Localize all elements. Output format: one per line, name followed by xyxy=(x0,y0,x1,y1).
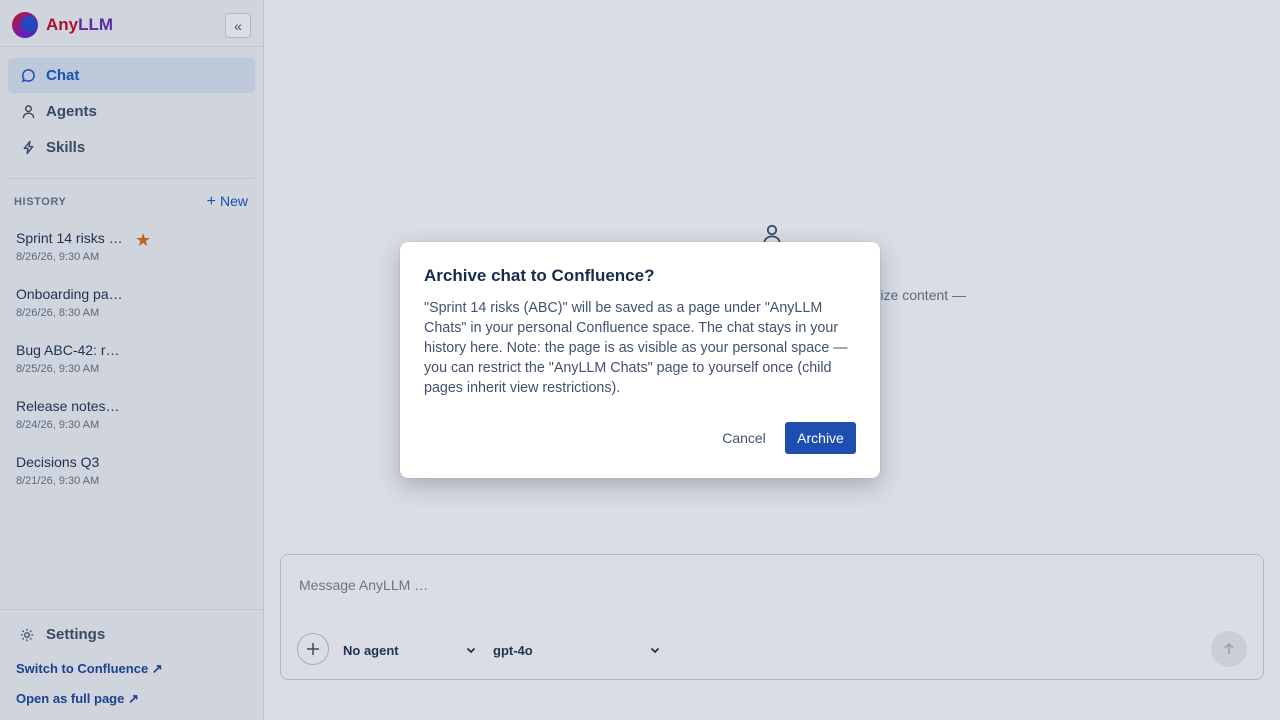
dialog-title: Archive chat to Confluence? xyxy=(424,266,655,285)
archive-button[interactable]: Archive xyxy=(785,422,856,454)
dialog-body: "Sprint 14 risks (ABC)" will be saved as… xyxy=(424,300,848,396)
cancel-button[interactable]: Cancel xyxy=(714,422,774,454)
archive-dialog: Archive chat to Confluence? "Sprint 14 r… xyxy=(400,242,880,478)
